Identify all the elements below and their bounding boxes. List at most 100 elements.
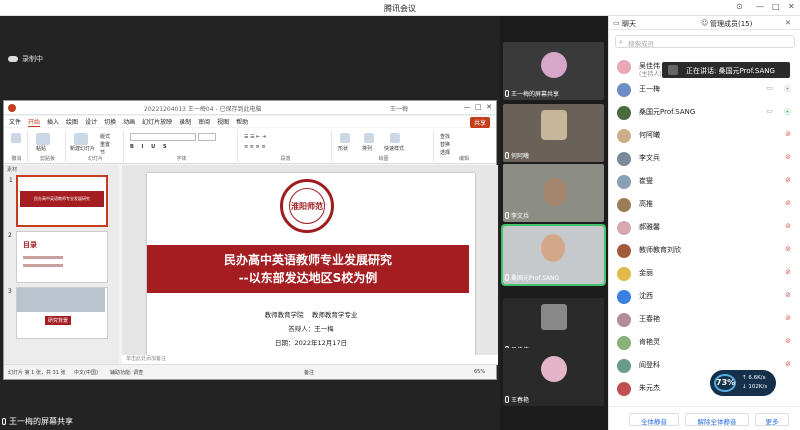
- current-slide[interactable]: 淮阳师范 民办高中英语教师专业发展研究 --以东部发达地区S校为例 教师教育学院…: [147, 173, 475, 357]
- menu-view[interactable]: 视图: [217, 117, 229, 126]
- arrange-icon[interactable]: [364, 133, 374, 143]
- menu-home[interactable]: 开始: [28, 117, 41, 127]
- powerpoint-window: 20221204013 王一梅04 - 已保存到此电脑 王一梅 — □ ✕ 文件…: [3, 100, 498, 380]
- network-gauge[interactable]: 73% ↑ 6.6K/s ↓ 102K/s: [710, 370, 776, 396]
- mic-muted-icon[interactable]: ⊘: [785, 314, 791, 322]
- close-panel-icon[interactable]: ✕: [785, 19, 791, 27]
- align-buttons[interactable]: ≡ ≡ ≡ ≡: [244, 144, 266, 150]
- unmute-all-button[interactable]: 解除全体静音: [685, 413, 749, 426]
- mic-muted-icon[interactable]: ⊘: [785, 337, 791, 345]
- replace-button[interactable]: 替换: [440, 141, 450, 148]
- menu-record[interactable]: 录制: [179, 117, 191, 126]
- shapes-icon[interactable]: [340, 133, 350, 143]
- paste-icon[interactable]: [36, 133, 50, 145]
- ppt-window-controls[interactable]: — □ ✕: [464, 103, 492, 111]
- member-row[interactable]: 李文兵 ⊘: [609, 148, 800, 170]
- font-format-buttons[interactable]: B I U S: [130, 144, 170, 150]
- member-row[interactable]: 崔燮 ⊘: [609, 171, 800, 193]
- mic-muted-icon[interactable]: ⊘: [785, 153, 791, 161]
- member-row[interactable]: 高推 ⊘: [609, 194, 800, 216]
- slide-title: 民办高中英语教师专业发展研究: [223, 253, 392, 267]
- mic-icon[interactable]: ⦿: [784, 84, 791, 94]
- member-row[interactable]: 教师教育刘欣 ⊘: [609, 240, 800, 262]
- tab-members[interactable]: 管理成员(15): [710, 19, 752, 29]
- pin-icon[interactable]: ⊙: [736, 2, 743, 11]
- menu-design[interactable]: 设计: [85, 117, 97, 126]
- menu-transitions[interactable]: 切换: [104, 117, 116, 126]
- slide-thumb-3[interactable]: 3 研究背景: [8, 287, 108, 339]
- window-title: 腾讯会议: [384, 4, 416, 13]
- mic-muted-icon[interactable]: ⊘: [785, 222, 791, 230]
- video-name-text: 何阿曦: [511, 153, 530, 160]
- speaking-tooltip: 正在讲话: 桑国元Prof.SANG: [662, 62, 790, 78]
- mic-muted-icon[interactable]: ⊘: [785, 130, 791, 138]
- member-row[interactable]: 王春艳 ⊘: [609, 309, 800, 331]
- status-zoom[interactable]: 65%: [474, 369, 485, 375]
- slide-thumbnails: 素材 1 民办高中英语教师专业发展研究 2 目录 3 研究背景: [4, 165, 119, 365]
- recording-indicator[interactable]: 录制中: [8, 54, 43, 64]
- status-accessibility[interactable]: 辅助功能: 调查: [110, 369, 143, 376]
- member-row[interactable]: 沈西 ⊘: [609, 286, 800, 308]
- video-tile[interactable]: 何阿曦: [503, 104, 604, 162]
- status-notes-button[interactable]: 备注: [304, 369, 314, 376]
- slide-thumb-1[interactable]: 1 民办高中英语教师专业发展研究: [9, 175, 108, 227]
- title-bar: 腾讯会议 ⊙ — □ ✕: [0, 0, 800, 16]
- quick-styles-icon[interactable]: [390, 133, 400, 143]
- menu-draw[interactable]: 绘图: [66, 117, 78, 126]
- more-button[interactable]: 更多: [755, 413, 789, 426]
- member-row[interactable]: 肯艳灵 ⊘: [609, 332, 800, 354]
- video-tile[interactable]: 王一梅的屏幕共享: [503, 42, 604, 100]
- member-row[interactable]: 王一梅 ▭ ⦿: [609, 79, 800, 101]
- mic-muted-icon[interactable]: ⊘: [785, 245, 791, 253]
- group-label-paragraph: 段落: [280, 156, 291, 162]
- reset-button[interactable]: 重置: [100, 141, 110, 148]
- undo-icon[interactable]: [11, 133, 21, 143]
- new-slide-icon[interactable]: [74, 133, 88, 145]
- menu-help[interactable]: 帮助: [236, 117, 248, 126]
- menu-file[interactable]: 文件: [9, 117, 21, 126]
- video-tile-speaking[interactable]: 桑国元Prof.SANG: [501, 224, 606, 286]
- menu-review[interactable]: 审阅: [198, 117, 210, 126]
- avatar: [617, 244, 631, 258]
- font-family-select[interactable]: [130, 133, 196, 141]
- meeting-app: 腾讯会议 ⊙ — □ ✕ 录制中 20221204013 王一梅04 - 已保存…: [0, 0, 800, 430]
- menu-animations[interactable]: 动画: [123, 117, 135, 126]
- minimize-icon[interactable]: —: [756, 2, 764, 11]
- group-label-font: 字体: [176, 156, 187, 162]
- member-row[interactable]: 郝雅馨 ⊘: [609, 217, 800, 239]
- font-size-select[interactable]: [198, 133, 216, 141]
- group-label-undo: 撤消: [11, 156, 22, 162]
- member-role: (主持人): [639, 71, 662, 78]
- video-name: 何阿曦: [505, 151, 529, 160]
- find-button[interactable]: 查找: [440, 133, 450, 140]
- mic-muted-icon[interactable]: ⊘: [785, 291, 791, 299]
- slide-canvas: 淮阳师范 民办高中英语教师专业发展研究 --以东部发达地区S校为例 教师教育学院…: [122, 165, 498, 365]
- member-search-input[interactable]: ⌕ 搜索成员: [615, 35, 795, 48]
- member-row[interactable]: 桑国元Prof.SANG ▭ ⦿: [609, 102, 800, 124]
- menu-insert[interactable]: 插入: [47, 117, 59, 126]
- slide-thumb-2[interactable]: 2 目录: [8, 231, 108, 283]
- download-value: 102K/s: [748, 384, 768, 390]
- maximize-icon[interactable]: □: [772, 2, 780, 11]
- video-tile[interactable]: 李文兵: [503, 164, 604, 222]
- video-tile[interactable]: 王春艳: [503, 348, 604, 406]
- ppt-share-button[interactable]: 共享: [469, 117, 490, 128]
- member-row[interactable]: 金丽 ⊘: [609, 263, 800, 285]
- notes-pane[interactable]: 单击此处添加备注: [122, 355, 498, 364]
- mic-on-icon[interactable]: ⦿: [784, 107, 791, 117]
- title-banner: 民办高中英语教师专业发展研究 --以东部发达地区S校为例: [147, 245, 469, 293]
- list-buttons[interactable]: ☰ ☰ ⇤ ⇥: [244, 134, 266, 140]
- mic-muted-icon[interactable]: ⊘: [785, 176, 791, 184]
- mic-muted-icon[interactable]: ⊘: [785, 199, 791, 207]
- member-row[interactable]: 何阿曦 ⊘: [609, 125, 800, 147]
- mic-muted-icon[interactable]: ⊘: [785, 268, 791, 276]
- thumb-number: 1: [9, 177, 13, 184]
- close-icon[interactable]: ✕: [788, 2, 795, 11]
- slide-subtitle: --以东部发达地区S校为例: [238, 271, 378, 285]
- tab-chat[interactable]: 聊天: [622, 19, 636, 29]
- layout-button[interactable]: 版式: [100, 133, 110, 140]
- group-label-clipboard: 剪贴板: [39, 156, 55, 162]
- mute-all-button[interactable]: 全体静音: [629, 413, 679, 426]
- menu-slideshow[interactable]: 幻灯片放映: [142, 117, 172, 126]
- mic-muted-icon[interactable]: ⊘: [785, 360, 791, 368]
